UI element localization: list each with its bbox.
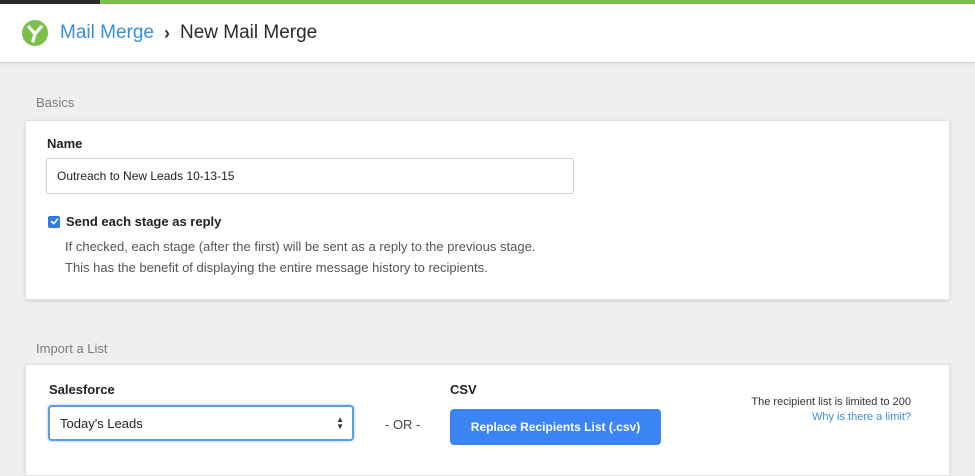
breadcrumb-mail-merge-link[interactable]: Mail Merge [60, 22, 154, 44]
page-header: Mail Merge › New Mail Merge [0, 4, 975, 63]
import-section-label: Import a List [36, 341, 108, 356]
or-divider: - OR - [385, 417, 421, 432]
name-label: Name [47, 136, 83, 151]
salesforce-selected-value: Today's Leads [60, 415, 143, 431]
csv-label: CSV [450, 382, 477, 397]
yesware-y-logo-icon[interactable] [22, 20, 48, 46]
send-as-reply-checkbox[interactable] [48, 215, 60, 228]
name-input[interactable] [46, 158, 574, 194]
chevron-right-icon: › [163, 22, 170, 43]
import-card: Salesforce Today's Leads ▲ ▼ - OR - CSV R… [25, 364, 950, 476]
salesforce-report-select[interactable]: Today's Leads ▲ ▼ [48, 405, 354, 441]
reply-help-line-2: This has the benefit of displaying the e… [65, 260, 488, 275]
basics-section-label: Basics [36, 95, 75, 110]
send-as-reply-label[interactable]: Send each stage as reply [66, 214, 221, 229]
basics-card: Name Send each stage as reply If checked… [25, 120, 950, 300]
recipient-limit-text: The recipient list is limited to 200 [751, 396, 911, 408]
checkmark-icon [50, 218, 58, 225]
page-title: New Mail Merge [179, 22, 318, 43]
select-arrows-icon: ▲ ▼ [336, 415, 344, 431]
reply-help-line-1: If checked, each stage (after the first)… [65, 239, 536, 254]
replace-recipients-csv-button[interactable]: Replace Recipients List (.csv) [450, 409, 661, 445]
why-limit-link[interactable]: Why is there a limit? [812, 411, 911, 423]
salesforce-label: Salesforce [49, 382, 115, 397]
send-as-reply-row[interactable]: Send each stage as reply [48, 214, 221, 229]
